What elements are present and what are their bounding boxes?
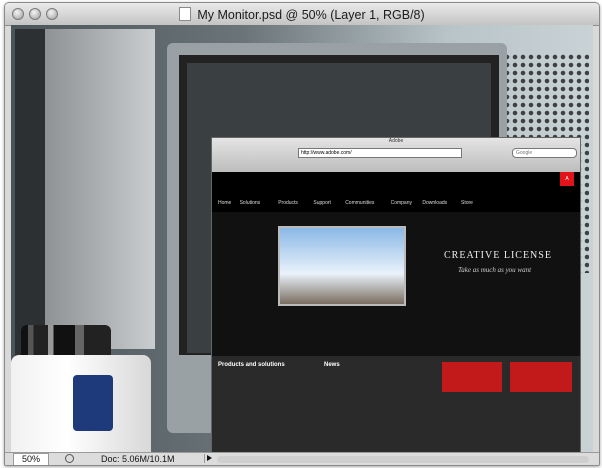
doc-size-info: Doc: 5.06M/10.1M: [101, 454, 175, 464]
window-title-text: My Monitor.psd @ 50% (Layer 1, RGB/8): [197, 8, 425, 22]
status-bar: 50% Doc: 5.06M/10.1M: [5, 452, 599, 465]
embedded-products-heading: Products and solutions: [218, 362, 285, 368]
embedded-promo-tile: [510, 362, 572, 392]
adobe-logo-icon: A: [560, 172, 574, 186]
title-bar[interactable]: My Monitor.psd @ 50% (Layer 1, RGB/8): [5, 3, 599, 26]
embedded-nav-item: Support: [313, 200, 331, 206]
embedded-browser-screenshot: Adobe http://www.adobe.com/ Google Home S…: [211, 137, 581, 453]
embedded-nav-item: Home: [218, 200, 232, 206]
embedded-browser-title: Adobe: [388, 138, 404, 144]
embedded-promo-tile: [442, 362, 502, 392]
embedded-headline: CREATIVE LICENSE: [444, 250, 552, 261]
document-canvas[interactable]: Adobe http://www.adobe.com/ Google Home S…: [11, 25, 593, 453]
photoshop-document-window: My Monitor.psd @ 50% (Layer 1, RGB/8) Ad…: [4, 2, 600, 466]
info-icon[interactable]: [65, 454, 74, 463]
embedded-browser-toolbar: Adobe http://www.adobe.com/ Google: [212, 138, 580, 172]
embedded-nav-item: Solutions: [239, 200, 261, 206]
embedded-nav-item: Downloads: [422, 200, 448, 206]
photo-panel: [45, 29, 155, 349]
document-icon: [179, 7, 192, 21]
embedded-search-field: Google: [512, 148, 577, 158]
window-title: My Monitor.psd @ 50% (Layer 1, RGB/8): [5, 7, 599, 22]
embedded-hero-image: [278, 226, 406, 306]
zoom-field[interactable]: 50%: [13, 453, 49, 465]
photo-mug-art: [73, 375, 113, 431]
embedded-nav-item: Store: [461, 200, 473, 206]
embedded-nav-item: Communities: [345, 200, 375, 206]
horizontal-scrollbar[interactable]: [217, 456, 589, 463]
embedded-nav-item: Products: [278, 200, 298, 206]
embedded-lower-section: Products and solutions News: [212, 356, 580, 453]
embedded-news-heading: News: [324, 362, 340, 368]
status-menu-arrow-icon[interactable]: [204, 454, 213, 463]
embedded-site-header: Home Solutions Products Support Communities C…: [212, 172, 580, 212]
embedded-address-bar: http://www.adobe.com/: [298, 148, 462, 158]
embedded-nav-item: Company: [390, 200, 412, 206]
embedded-tagline: Take as much as you want: [458, 266, 532, 274]
